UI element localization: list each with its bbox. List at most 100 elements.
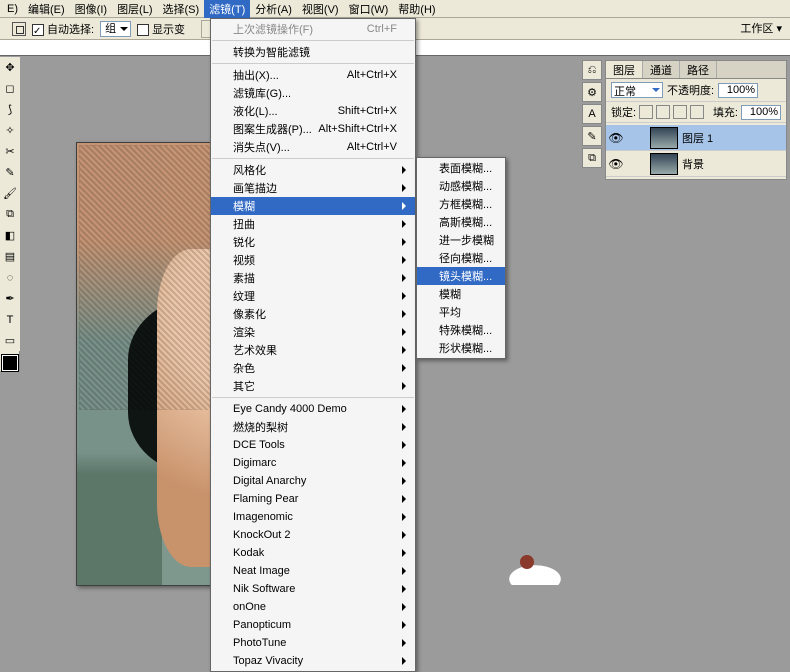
menu-item[interactable]: 风格化	[211, 161, 415, 179]
submenu-item[interactable]: 平均	[417, 303, 505, 321]
lock-position-icon[interactable]	[673, 105, 687, 119]
lock-transparent-icon[interactable]	[639, 105, 653, 119]
menu-edit[interactable]: 编辑(E)	[23, 0, 70, 18]
menu-item[interactable]: 图案生成器(P)...Alt+Shift+Ctrl+X	[211, 120, 415, 138]
menu-help[interactable]: 帮助(H)	[393, 0, 440, 18]
blur-submenu: 表面模糊...动感模糊...方框模糊...高斯模糊...进一步模糊径向模糊...…	[416, 157, 506, 359]
blend-mode-dropdown[interactable]: 正常	[611, 82, 663, 98]
layercomps-palette-icon[interactable]: ⧉	[582, 148, 602, 168]
menu-item[interactable]: 滤镜库(G)...	[211, 84, 415, 102]
tab-channels[interactable]: 通道	[643, 61, 680, 78]
menu-item[interactable]: 消失点(V)...Alt+Ctrl+V	[211, 138, 415, 156]
menu-file[interactable]: E)	[2, 2, 23, 16]
lock-all-icon[interactable]	[690, 105, 704, 119]
tab-layers[interactable]: 图层	[606, 61, 643, 78]
history-palette-icon[interactable]: ⎌	[582, 60, 602, 80]
menu-item[interactable]: Topaz Vivacity	[211, 652, 415, 670]
menu-item[interactable]: 锐化	[211, 233, 415, 251]
menu-filter[interactable]: 滤镜(T)	[204, 0, 250, 18]
menu-item[interactable]: onOne	[211, 598, 415, 616]
character-palette-icon[interactable]: A	[582, 104, 602, 124]
menu-item[interactable]: 液化(L)...Shift+Ctrl+X	[211, 102, 415, 120]
tab-paths[interactable]: 路径	[680, 61, 717, 78]
submenu-item[interactable]: 表面模糊...	[417, 159, 505, 177]
visibility-eye-icon[interactable]	[606, 157, 626, 171]
visibility-eye-icon[interactable]	[606, 131, 626, 145]
menu-item[interactable]: PhotoTune	[211, 634, 415, 652]
menu-window[interactable]: 窗口(W)	[344, 0, 394, 18]
menu-item[interactable]: 像素化	[211, 305, 415, 323]
brush-tool[interactable]: 🖌	[0, 183, 20, 204]
layer-name[interactable]: 图层 1	[682, 130, 713, 146]
menu-item[interactable]: 纹理	[211, 287, 415, 305]
menu-item[interactable]: DCE Tools	[211, 436, 415, 454]
lock-image-icon[interactable]	[656, 105, 670, 119]
eraser-tool[interactable]: ◧	[0, 225, 20, 246]
foreground-color-swatch[interactable]	[2, 355, 18, 371]
menu-image[interactable]: 图像(I)	[70, 0, 112, 18]
menu-item[interactable]: 扭曲	[211, 215, 415, 233]
menu-item[interactable]: 抽出(X)...Alt+Ctrl+X	[211, 66, 415, 84]
auto-select-checkbox[interactable]	[32, 24, 44, 36]
move-tool[interactable]: ✥	[0, 57, 20, 78]
menu-item[interactable]: 其它	[211, 377, 415, 395]
menu-view[interactable]: 视图(V)	[297, 0, 344, 18]
menu-item[interactable]: 转换为智能滤镜	[211, 43, 415, 61]
submenu-item[interactable]: 径向模糊...	[417, 249, 505, 267]
wand-tool[interactable]: ✧	[0, 120, 20, 141]
actions-palette-icon[interactable]: ⚙	[582, 82, 602, 102]
menu-item[interactable]: Nik Software	[211, 580, 415, 598]
layer-row[interactable]: 图层 1	[606, 125, 786, 151]
submenu-item[interactable]: 进一步模糊	[417, 231, 505, 249]
filter-dropdown-menu: 上次滤镜操作(F)Ctrl+F转换为智能滤镜抽出(X)...Alt+Ctrl+X…	[210, 18, 416, 672]
submenu-item[interactable]: 动感模糊...	[417, 177, 505, 195]
gradient-tool[interactable]: ▤	[0, 246, 20, 267]
show-transform-checkbox[interactable]	[137, 24, 149, 36]
menu-item[interactable]: Eye Candy 4000 Demo	[211, 400, 415, 418]
auto-select-dropdown[interactable]: 组	[100, 21, 131, 37]
eyedropper-tool[interactable]: ✎	[0, 162, 20, 183]
menu-item[interactable]: 素描	[211, 269, 415, 287]
menu-item[interactable]: 画笔描边	[211, 179, 415, 197]
layers-palette: 图层 通道 路径 正常 不透明度: 100% 锁定: 填充: 100% 图层 1	[605, 60, 787, 180]
path-tool[interactable]: ✒	[0, 288, 20, 309]
shape-tool[interactable]: ▭	[0, 330, 20, 351]
submenu-item[interactable]: 方框模糊...	[417, 195, 505, 213]
crop-tool[interactable]: ✂	[0, 141, 20, 162]
blur-tool[interactable]: ◌	[0, 267, 20, 288]
stamp-tool[interactable]: ⧉	[0, 204, 20, 225]
layer-name[interactable]: 背景	[682, 156, 704, 172]
menu-item[interactable]: Kodak	[211, 544, 415, 562]
layer-row[interactable]: 背景	[606, 151, 786, 177]
menu-item[interactable]: 杂色	[211, 359, 415, 377]
menu-item[interactable]: Panopticum	[211, 616, 415, 634]
submenu-item[interactable]: 高斯模糊...	[417, 213, 505, 231]
fill-field[interactable]: 100%	[741, 105, 781, 120]
submenu-item[interactable]: 模糊	[417, 285, 505, 303]
submenu-item[interactable]: 镜头模糊...	[417, 267, 505, 285]
fill-label: 填充:	[713, 104, 738, 120]
menu-item[interactable]: Neat Image	[211, 562, 415, 580]
submenu-item[interactable]: 特殊模糊...	[417, 321, 505, 339]
submenu-item[interactable]: 形状模糊...	[417, 339, 505, 357]
menu-item[interactable]: 艺术效果	[211, 341, 415, 359]
menu-item[interactable]: Digimarc	[211, 454, 415, 472]
workspace-dropdown[interactable]: 工作区 ▾	[740, 20, 782, 36]
menu-item[interactable]: Digital Anarchy	[211, 472, 415, 490]
menu-item[interactable]: KnockOut 2	[211, 526, 415, 544]
marquee-tool[interactable]: ◻	[0, 78, 20, 99]
opacity-field[interactable]: 100%	[718, 83, 758, 98]
menu-select[interactable]: 选择(S)	[158, 0, 205, 18]
menu-item[interactable]: 渲染	[211, 323, 415, 341]
menu-analysis[interactable]: 分析(A)	[250, 0, 297, 18]
menu-item[interactable]: Flaming Pear	[211, 490, 415, 508]
menu-item[interactable]: Imagenomic	[211, 508, 415, 526]
type-tool[interactable]: T	[0, 309, 20, 330]
brushes-palette-icon[interactable]: ✎	[582, 126, 602, 146]
opacity-label: 不透明度:	[667, 82, 714, 98]
menu-item[interactable]: 燃烧的梨树	[211, 418, 415, 436]
menu-layer[interactable]: 图层(L)	[112, 0, 157, 18]
lasso-tool[interactable]: ⟆	[0, 99, 20, 120]
menu-item[interactable]: 模糊	[211, 197, 415, 215]
menu-item[interactable]: 视频	[211, 251, 415, 269]
